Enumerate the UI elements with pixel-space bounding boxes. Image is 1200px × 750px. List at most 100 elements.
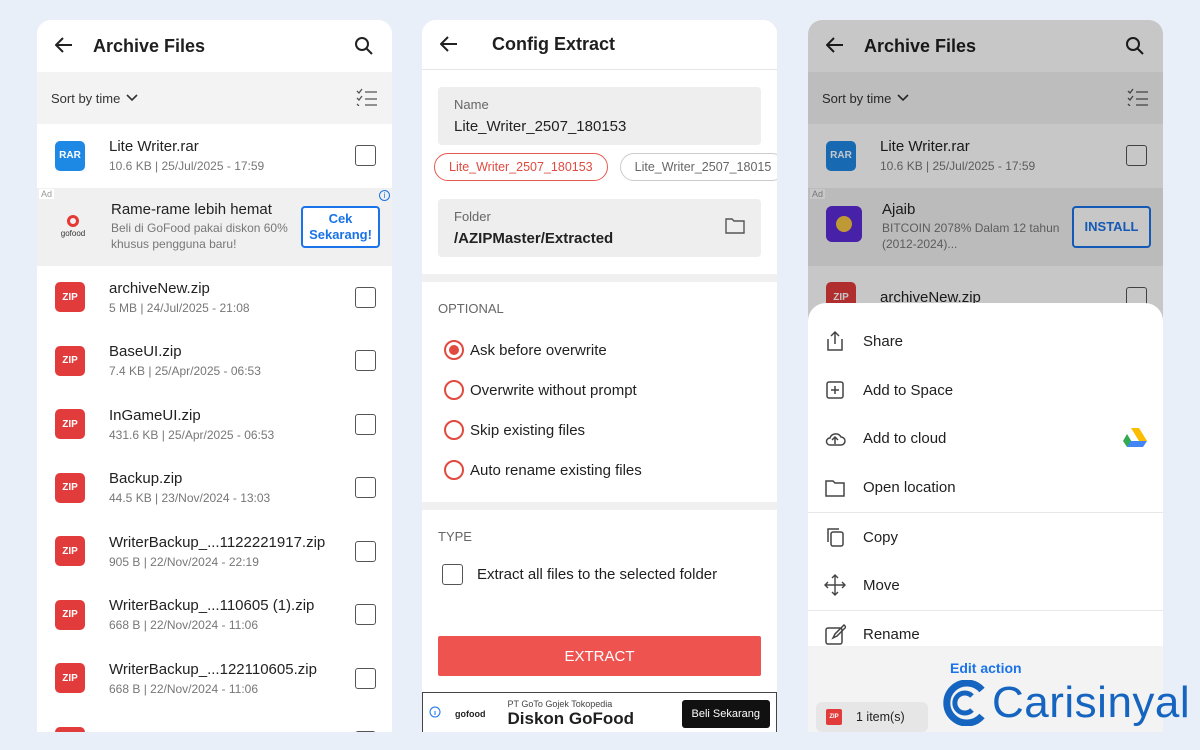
type-heading: TYPE <box>438 529 472 544</box>
list-item[interactable]: RAR Lite Writer.rar 10.6 KB | 25/Jul/2025 … <box>37 124 392 188</box>
file-name: WriterBackup_...122110605.zip <box>109 660 317 678</box>
menu-item-add-to-cloud[interactable]: Add to cloud <box>808 415 1163 464</box>
checkbox[interactable] <box>355 350 376 372</box>
radio-button[interactable] <box>444 420 464 440</box>
folder-value: /AZIPMaster/Extracted <box>454 230 614 247</box>
native-ad[interactable]: Ad i gofood Rame-rame lebih hemat Beli di Go… <box>37 187 392 266</box>
checkbox[interactable] <box>355 145 376 167</box>
file-name: Backup.zip <box>109 470 183 488</box>
checkbox[interactable] <box>355 540 376 562</box>
name-chip[interactable]: Lite_Writer_2507_18015 <box>619 153 777 181</box>
file-name: BaseUI.zip <box>109 343 182 361</box>
gofood-ring-icon <box>67 215 79 227</box>
rar-file-icon: RAR <box>826 140 856 171</box>
zip-file-icon: ZIP <box>55 282 85 313</box>
option-label: Auto rename existing files <box>470 461 642 479</box>
folder-icon[interactable] <box>725 217 745 239</box>
ad-subtitle: BITCOIN 2078% Dalam 12 tahun (2012-2024)… <box>882 220 1060 251</box>
radio-button[interactable] <box>444 340 464 360</box>
sort-dropdown[interactable]: Sort by time <box>822 91 1127 106</box>
gofood-logo-text: gofood <box>60 229 86 238</box>
checkbox[interactable] <box>355 604 376 626</box>
banner-title: Diskon GoFood <box>507 709 635 728</box>
list-item[interactable]: ZIP logo_showpailer_fix.zip <box>37 710 392 732</box>
list-item[interactable]: ZIP archiveNew.zip 5 MB | 24/Jul/2025 - 21… <box>37 266 392 330</box>
file-name: WriterBackup_...110605 (1).zip <box>109 597 315 615</box>
banner-cta-button[interactable]: Beli Sekarang <box>681 700 770 728</box>
menu-item-copy[interactable]: Copy <box>808 512 1163 561</box>
menu-item-open-location[interactable]: Open location <box>808 463 1163 512</box>
chevron-down-icon <box>897 94 909 102</box>
ad-title: Rame-rame lebih hemat <box>111 200 272 218</box>
file-name: Lite Writer.rar <box>880 138 970 156</box>
menu-item-label: Add to Space <box>863 381 954 399</box>
name-chip[interactable]: Lite_Writer_2507_180153 <box>434 153 608 181</box>
folder-field[interactable]: Folder /AZIPMaster/Extracted <box>438 199 761 257</box>
app-bar: Archive Files <box>37 20 392 72</box>
search-icon[interactable] <box>1125 36 1145 56</box>
zip-file-icon: ZIP <box>55 726 85 732</box>
list-item[interactable]: ZIP WriterBackup_...1122221917.zip 905 B |… <box>37 520 392 584</box>
add-to-space-icon <box>824 379 863 401</box>
checkbox[interactable] <box>1126 145 1147 167</box>
ad-tag: Ad <box>810 188 826 199</box>
overwrite-option[interactable]: Ask before overwrite <box>438 330 761 370</box>
google-drive-icon <box>1123 427 1147 451</box>
back-arrow-icon[interactable] <box>825 33 864 59</box>
chevron-down-icon <box>126 94 138 102</box>
file-meta: 668 B | 22/Nov/2024 - 11:06 <box>109 618 258 633</box>
ajaib-logo-icon <box>824 206 864 247</box>
menu-item-add-to-space[interactable]: Add to Space <box>808 366 1163 415</box>
edit-action-link[interactable]: Edit action <box>950 660 1022 676</box>
divider <box>422 502 777 510</box>
sort-bar: Sort by time <box>37 72 392 124</box>
ad-cta-button[interactable]: Cek Sekarang! <box>301 205 380 248</box>
list-item[interactable]: ZIP WriterBackup_...122110605.zip 668 B | … <box>37 647 392 711</box>
overwrite-option[interactable]: Auto rename existing files <box>438 450 761 490</box>
type-section: TYPE Extract all files to the selected f… <box>422 510 777 585</box>
rename-icon <box>824 623 863 646</box>
checkbox[interactable] <box>355 477 376 499</box>
list-item[interactable]: ZIP Backup.zip 44.5 KB | 23/Nov/2024 - 13:… <box>37 456 392 520</box>
extract-all-option[interactable]: Extract all files to the selected folder <box>438 564 761 585</box>
list-item[interactable]: ZIP BaseUI.zip 7.4 KB | 25/Apr/2025 - 06:5… <box>37 329 392 393</box>
menu-item-share[interactable]: Share <box>808 317 1163 366</box>
overwrite-option[interactable]: Skip existing files <box>438 410 761 450</box>
name-value[interactable]: Lite_Writer_2507_180153 <box>454 118 745 135</box>
search-icon[interactable] <box>354 36 374 56</box>
list-item[interactable]: ZIP WriterBackup_...110605 (1).zip 668 B |… <box>37 583 392 647</box>
checkbox[interactable] <box>355 667 376 689</box>
file-meta: 10.6 KB | 25/Jul/2025 - 17:59 <box>880 159 1036 174</box>
checkbox[interactable] <box>442 564 463 585</box>
back-arrow-icon[interactable] <box>439 32 492 58</box>
multi-select-icon[interactable] <box>1127 88 1149 109</box>
list-item[interactable]: RAR Lite Writer.rar 10.6 KB | 25/Jul/202… <box>808 124 1163 188</box>
checkbox[interactable] <box>355 286 376 308</box>
archive-files-screen: Archive Files Sort by time RAR Lite Write… <box>37 20 392 732</box>
name-field[interactable]: Name Lite_Writer_2507_180153 <box>438 87 761 145</box>
gofood-logo-icon: gofood <box>53 215 93 238</box>
file-name: InGameUI.zip <box>109 406 201 424</box>
list-item[interactable]: ZIP InGameUI.zip 431.6 KB | 25/Apr/2025 - … <box>37 393 392 457</box>
checkbox[interactable] <box>355 413 376 435</box>
app-bar: Config Extract <box>422 20 777 70</box>
overwrite-option[interactable]: Overwrite without prompt <box>438 370 761 410</box>
file-meta: 44.5 KB | 23/Nov/2024 - 13:03 <box>109 491 271 506</box>
ad-info-icon[interactable] <box>429 705 441 723</box>
back-arrow-icon[interactable] <box>54 33 93 59</box>
zip-file-icon: ZIP <box>55 409 85 440</box>
sort-dropdown[interactable]: Sort by time <box>51 91 356 106</box>
multi-select-icon[interactable] <box>356 88 378 109</box>
checkbox[interactable] <box>355 731 376 732</box>
name-suggestions: Lite_Writer_2507_180153 Lite_Writer_2507… <box>434 153 777 181</box>
selection-label: 1 item(s) <box>856 710 905 724</box>
menu-item-move[interactable]: Move <box>808 561 1163 610</box>
radio-button[interactable] <box>444 380 464 400</box>
radio-button[interactable] <box>444 460 464 480</box>
ad-info-icon[interactable]: i <box>379 189 390 201</box>
install-button[interactable]: INSTALL <box>1072 205 1151 248</box>
extract-button[interactable]: EXTRACT <box>438 636 761 676</box>
banner-ad[interactable]: gofood PT GoTo Gojek Tokopedia Diskon Go… <box>422 692 777 732</box>
native-ad[interactable]: Ad Ajaib BITCOIN 2078% Dalam 12 tahun (2… <box>808 187 1163 266</box>
copy-icon <box>824 526 863 548</box>
